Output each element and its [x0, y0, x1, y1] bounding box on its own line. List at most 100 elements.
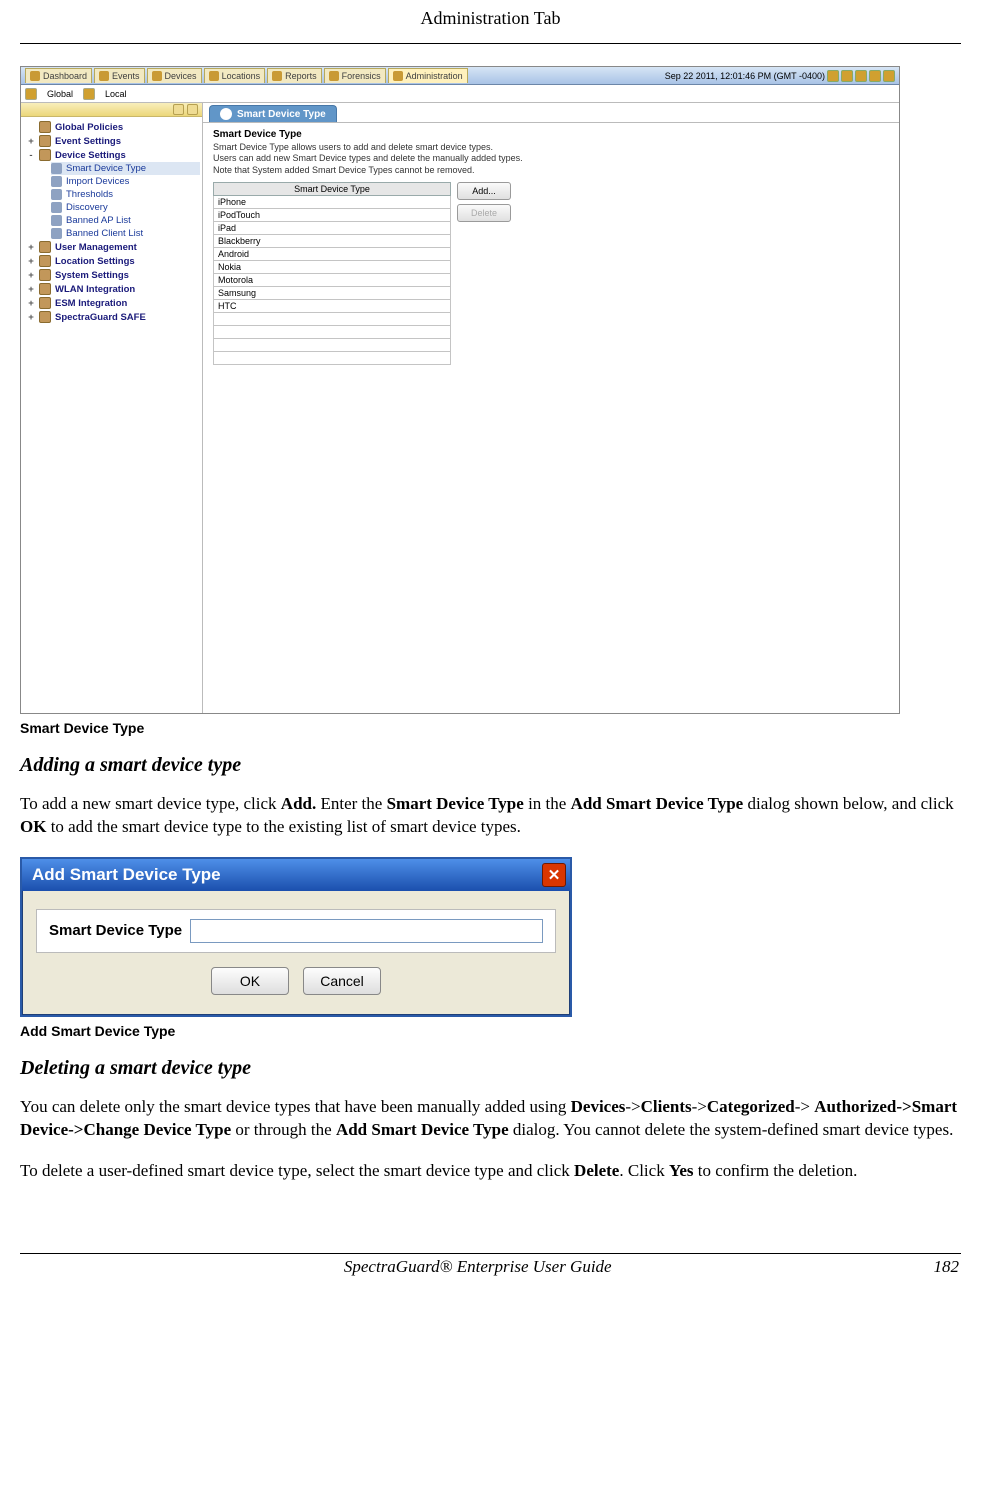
table-row[interactable]: HTC — [214, 299, 451, 312]
tab-events[interactable]: Events — [94, 68, 145, 83]
nav-discovery-label: Discovery — [66, 202, 108, 213]
section-adding-para: To add a new smart device type, click Ad… — [20, 793, 961, 839]
reports-icon — [272, 71, 282, 81]
sidebar: Global Policies +Event Settings -Device … — [21, 103, 203, 713]
panel-description: Smart Device Type allows users to add an… — [203, 142, 899, 182]
nav-thresholds[interactable]: Thresholds — [51, 188, 200, 201]
table-row[interactable]: Android — [214, 247, 451, 260]
tab-reports[interactable]: Reports — [267, 68, 322, 83]
table-row[interactable]: Blackberry — [214, 234, 451, 247]
nav-banned-client-list-label: Banned Client List — [66, 228, 143, 239]
nav-device-settings[interactable]: -Device Settings — [23, 148, 200, 162]
para-text: dialog shown below, and click — [743, 794, 953, 813]
cell-ipad: iPad — [214, 221, 451, 234]
para-bold: Add Smart Device Type — [571, 794, 744, 813]
nav-event-settings-label: Event Settings — [55, 136, 121, 147]
nav-location-settings[interactable]: +Location Settings — [23, 254, 200, 268]
table-buttons: Add... Delete — [457, 182, 511, 222]
section-adding-heading: Adding a smart device type — [20, 754, 961, 777]
toolbar-icon-4[interactable] — [869, 70, 881, 82]
section-deleting-heading: Deleting a smart device type — [20, 1057, 961, 1080]
nav-import-devices[interactable]: Import Devices — [51, 175, 200, 188]
cell-iphone: iPhone — [214, 195, 451, 208]
tab-administration-label: Administration — [406, 71, 463, 81]
table-row[interactable]: Nokia — [214, 260, 451, 273]
tab-administration[interactable]: Administration — [388, 68, 468, 83]
table-row[interactable]: iPhone — [214, 195, 451, 208]
panel-tab-label: Smart Device Type — [237, 109, 326, 120]
administration-icon — [393, 71, 403, 81]
table-row — [214, 351, 451, 364]
app-timestamp: Sep 22 2011, 12:01:46 PM (GMT -0400) — [665, 71, 825, 81]
tab-locations[interactable]: Locations — [204, 68, 266, 83]
toolbar-icon-3[interactable] — [855, 70, 867, 82]
nav-discovery[interactable]: Discovery — [51, 201, 200, 214]
section-deleting-para2: To delete a user-defined smart device ty… — [20, 1160, 961, 1183]
nav-smart-device-type[interactable]: Smart Device Type — [51, 162, 200, 175]
add-button[interactable]: Add... — [457, 182, 511, 200]
policies-icon — [39, 121, 51, 133]
dialog-close-button[interactable]: ✕ — [542, 863, 566, 887]
tab-forensics[interactable]: Forensics — [324, 68, 386, 83]
nav-event-settings[interactable]: +Event Settings — [23, 134, 200, 148]
add-dialog-screenshot: Add Smart Device Type ✕ Smart Device Typ… — [20, 857, 572, 1017]
location-subbar: Global Local — [21, 85, 899, 103]
device-type-table[interactable]: Smart Device Type iPhone iPodTouch iPad … — [213, 182, 451, 365]
smart-device-type-input[interactable] — [190, 919, 543, 943]
dialog-field-row: Smart Device Type — [36, 909, 556, 953]
nav-tree: Global Policies +Event Settings -Device … — [21, 117, 202, 327]
sidebar-tool-icon-1[interactable] — [173, 104, 184, 115]
panel-heading: Smart Device Type — [203, 123, 899, 142]
locations-icon — [209, 71, 219, 81]
leaf-icon — [51, 215, 62, 226]
table-row[interactable]: iPad — [214, 221, 451, 234]
cell-ipodtouch: iPodTouch — [214, 208, 451, 221]
subbar-global[interactable]: Global — [47, 89, 73, 99]
nav-wlan-integration[interactable]: +WLAN Integration — [23, 282, 200, 296]
nav-thresholds-label: Thresholds — [66, 189, 113, 200]
tab-locations-label: Locations — [222, 71, 261, 81]
toolbar-icon-1[interactable] — [827, 70, 839, 82]
nav-banned-ap-list-label: Banned AP List — [66, 215, 131, 226]
forensics-icon — [329, 71, 339, 81]
nav-spectraguard-safe[interactable]: +SpectraGuard SAFE — [23, 310, 200, 324]
wlan-icon — [39, 283, 51, 295]
toolbar-icon-5[interactable] — [883, 70, 895, 82]
para-bold: Smart Device Type — [387, 794, 524, 813]
footer-page-number: 182 — [933, 1257, 959, 1277]
para-bold: Yes — [669, 1161, 694, 1180]
nav-global-policies-label: Global Policies — [55, 122, 123, 133]
folder-icon — [83, 88, 95, 100]
col-header[interactable]: Smart Device Type — [214, 182, 451, 195]
nav-user-management[interactable]: +User Management — [23, 240, 200, 254]
panel-tab-smart-device-type[interactable]: Smart Device Type — [209, 105, 337, 122]
tab-devices-label: Devices — [165, 71, 197, 81]
nav-system-settings[interactable]: +System Settings — [23, 268, 200, 282]
dialog-cancel-button[interactable]: Cancel — [303, 967, 381, 995]
sidebar-tool-icon-2[interactable] — [187, 104, 198, 115]
nav-esm-integration[interactable]: +ESM Integration — [23, 296, 200, 310]
dashboard-icon — [30, 71, 40, 81]
para-text: -> — [692, 1097, 707, 1116]
subbar-local[interactable]: Local — [105, 89, 127, 99]
nav-device-settings-label: Device Settings — [55, 150, 126, 161]
table-row[interactable]: Motorola — [214, 273, 451, 286]
sidebar-toolbar — [21, 103, 202, 117]
event-settings-icon — [39, 135, 51, 147]
para-bold: Add Smart Device Type — [336, 1120, 509, 1139]
app-screenshot: Dashboard Events Devices Locations Repor… — [20, 66, 900, 714]
nav-system-settings-label: System Settings — [55, 270, 129, 281]
para-bold: Delete — [574, 1161, 619, 1180]
nav-banned-client-list[interactable]: Banned Client List — [51, 227, 200, 240]
tab-dashboard[interactable]: Dashboard — [25, 68, 92, 83]
para-text: in the — [524, 794, 571, 813]
toolbar-icon-2[interactable] — [841, 70, 853, 82]
table-row[interactable]: Samsung — [214, 286, 451, 299]
nav-global-policies[interactable]: Global Policies — [23, 120, 200, 134]
nav-banned-ap-list[interactable]: Banned AP List — [51, 214, 200, 227]
table-row[interactable]: iPodTouch — [214, 208, 451, 221]
app-tabbar: Dashboard Events Devices Locations Repor… — [21, 67, 899, 85]
para-text: You can delete only the smart device typ… — [20, 1097, 571, 1116]
tab-devices[interactable]: Devices — [147, 68, 202, 83]
dialog-ok-button[interactable]: OK — [211, 967, 289, 995]
